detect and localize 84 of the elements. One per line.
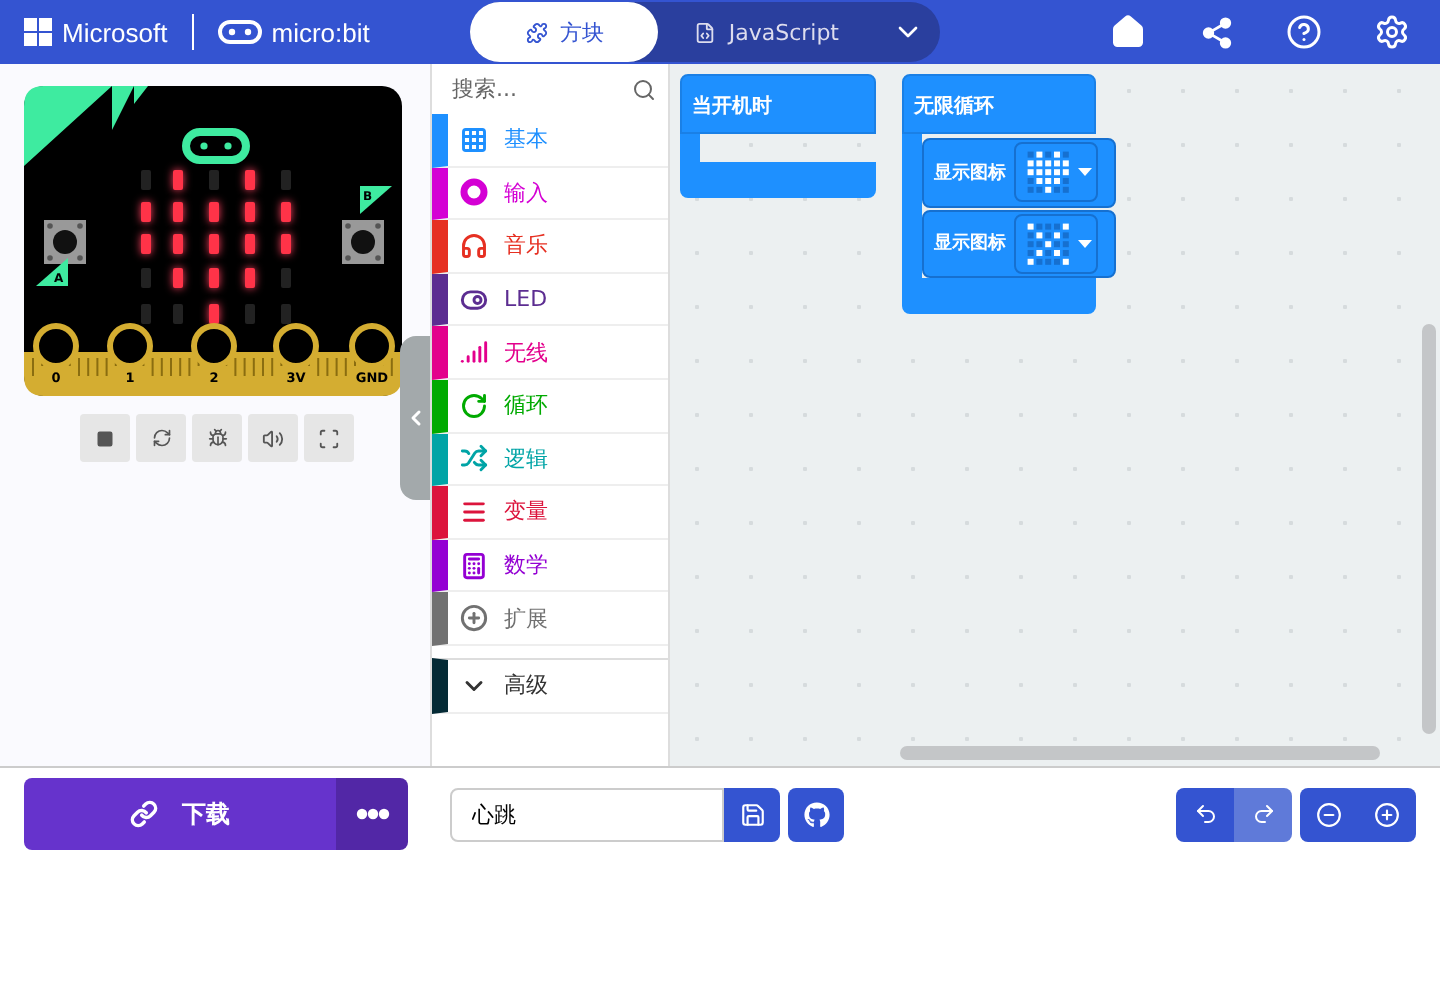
calculator-icon — [460, 551, 488, 580]
category-label: 变量 — [504, 496, 548, 527]
label-tag — [360, 186, 392, 214]
product-name: micro:bit — [271, 17, 370, 47]
save-button[interactable] — [724, 787, 780, 841]
push-button[interactable] — [342, 220, 384, 264]
show-icon-block[interactable]: 显示图标 — [922, 138, 1116, 207]
dropdown-arrow-icon — [1078, 168, 1092, 177]
category-label: 基本 — [504, 124, 548, 155]
corner-decoration — [24, 86, 148, 166]
category-label: LED — [504, 286, 548, 313]
show-icon-block[interactable]: 显示图标 — [922, 209, 1116, 278]
more-button[interactable] — [336, 778, 408, 850]
bug-icon — [207, 428, 227, 448]
lines-icon — [460, 497, 488, 526]
debug-button[interactable] — [192, 414, 242, 462]
scrollbar[interactable] — [1422, 324, 1436, 734]
project-name-field[interactable]: 心跳 — [450, 787, 724, 841]
stop-button[interactable] — [80, 414, 130, 462]
brand-name: Microsoft — [62, 17, 168, 47]
fullscreen-icon — [318, 427, 340, 449]
block-label: 当开机时 — [692, 96, 772, 118]
shuffle-icon — [460, 444, 488, 473]
scrollbar[interactable] — [900, 746, 1380, 760]
download-button[interactable]: 下载 — [24, 778, 336, 850]
block-arm — [902, 134, 922, 278]
editor-tab[interactable]: JavaScript — [658, 2, 875, 62]
github-button[interactable] — [788, 787, 844, 841]
category-label: 无线 — [504, 337, 548, 368]
home-icon — [1110, 14, 1146, 50]
fullscreen-button[interactable] — [304, 414, 354, 462]
cat-logo-icon — [803, 801, 829, 827]
led-pattern-icon — [1026, 150, 1070, 195]
category-label: 扩展 — [504, 603, 548, 634]
plus-circle-icon — [460, 604, 488, 633]
microsoft-logo-icon — [24, 18, 52, 46]
grid-icon — [460, 125, 488, 154]
code-file-icon — [694, 21, 717, 43]
signal-icon — [460, 338, 488, 367]
stop-icon — [96, 429, 114, 447]
on-start-block[interactable]: 当开机时 — [680, 74, 876, 198]
restart-icon — [151, 428, 171, 448]
category-label: 数学 — [504, 550, 548, 581]
label-tag — [36, 258, 68, 286]
toggle-icon — [460, 285, 488, 314]
block-label: 显示图标 — [934, 161, 1006, 186]
zoom-in-icon — [1374, 801, 1400, 827]
microbit-logo-icon — [182, 128, 250, 164]
category-label: 输入 — [504, 177, 548, 208]
block-label: 无限循环 — [914, 96, 994, 118]
category-label: 音乐 — [504, 230, 548, 261]
editor-tab[interactable]: 方块 — [470, 2, 659, 62]
category-label: 逻辑 — [504, 443, 548, 474]
help-icon — [1286, 14, 1322, 50]
zoom-out-icon — [1316, 801, 1342, 827]
settings-icon — [1374, 14, 1410, 50]
block-arm — [680, 134, 700, 162]
search-icon — [632, 77, 656, 101]
microbit-logo-icon — [217, 20, 262, 44]
category-label: 循环 — [504, 390, 548, 421]
undo-button[interactable] — [1176, 787, 1234, 841]
sound-button[interactable] — [248, 414, 298, 462]
forever-block[interactable]: 无限循环 显示图标 显示图标 — [902, 74, 1116, 314]
loop-icon — [460, 391, 488, 420]
restart-button[interactable] — [136, 414, 186, 462]
zoom-in-button[interactable] — [1358, 787, 1416, 841]
save-icon — [739, 801, 765, 827]
icon-dropdown[interactable] — [1014, 213, 1098, 274]
puzzle-icon — [525, 21, 548, 43]
zoom-out-button[interactable] — [1300, 787, 1358, 841]
more-icon — [355, 808, 389, 820]
block-label: 显示图标 — [934, 231, 1006, 257]
undo-icon — [1193, 802, 1217, 826]
target-icon — [460, 178, 488, 207]
redo-icon — [1251, 802, 1275, 826]
push-button[interactable] — [44, 220, 86, 264]
speaker-icon — [262, 427, 284, 449]
dropdown-arrow-icon — [1078, 239, 1092, 248]
icon-dropdown[interactable] — [1014, 142, 1098, 203]
link-icon — [130, 800, 158, 828]
led-pattern-icon — [1026, 221, 1070, 266]
category-label: 高级 — [504, 670, 548, 701]
share-icon — [1199, 15, 1233, 49]
headphones-icon — [460, 231, 488, 260]
